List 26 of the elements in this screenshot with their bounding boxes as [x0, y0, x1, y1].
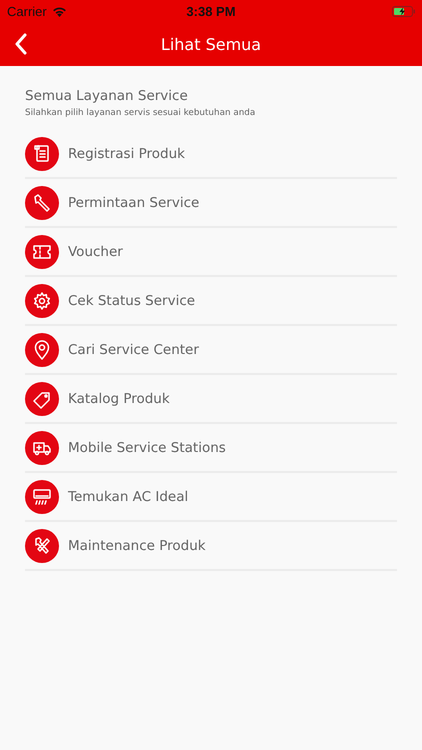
- service-item[interactable]: Temukan AC Ideal: [25, 473, 397, 522]
- wifi-icon: [52, 6, 67, 16]
- page-title: Lihat Semua: [160, 34, 262, 54]
- gear-icon: [25, 284, 59, 318]
- tools-icon: [25, 528, 59, 562]
- carrier-label: Carrier: [7, 4, 47, 18]
- status-time: 3:38 PM: [186, 4, 236, 18]
- service-item[interactable]: Permintaan Service: [25, 179, 397, 228]
- service-item[interactable]: Cari Service Center: [25, 326, 397, 375]
- section-subtitle: Silahkan pilih layanan servis sesuai kebutuhan anda: [25, 108, 256, 118]
- battery-icon: [392, 6, 416, 16]
- service-item[interactable]: Katalog Produk: [25, 375, 397, 424]
- service-item[interactable]: Cek Status Service: [25, 277, 397, 326]
- ticket-icon: [25, 234, 59, 268]
- location-pin-icon: [25, 332, 59, 366]
- service-item[interactable]: Registrasi Produk: [25, 130, 397, 179]
- wrench-icon: [25, 186, 59, 220]
- back-button[interactable]: [13, 32, 29, 56]
- section-title: Semua Layanan Service: [25, 88, 189, 104]
- document-icon: [25, 136, 59, 170]
- truck-icon: [25, 430, 59, 464]
- tag-icon: [25, 382, 59, 416]
- service-item[interactable]: Mobile Service Stations: [25, 424, 397, 473]
- service-item[interactable]: Maintenance Produk: [25, 522, 397, 571]
- air-conditioner-icon: [25, 480, 59, 514]
- service-item[interactable]: Voucher: [25, 228, 397, 277]
